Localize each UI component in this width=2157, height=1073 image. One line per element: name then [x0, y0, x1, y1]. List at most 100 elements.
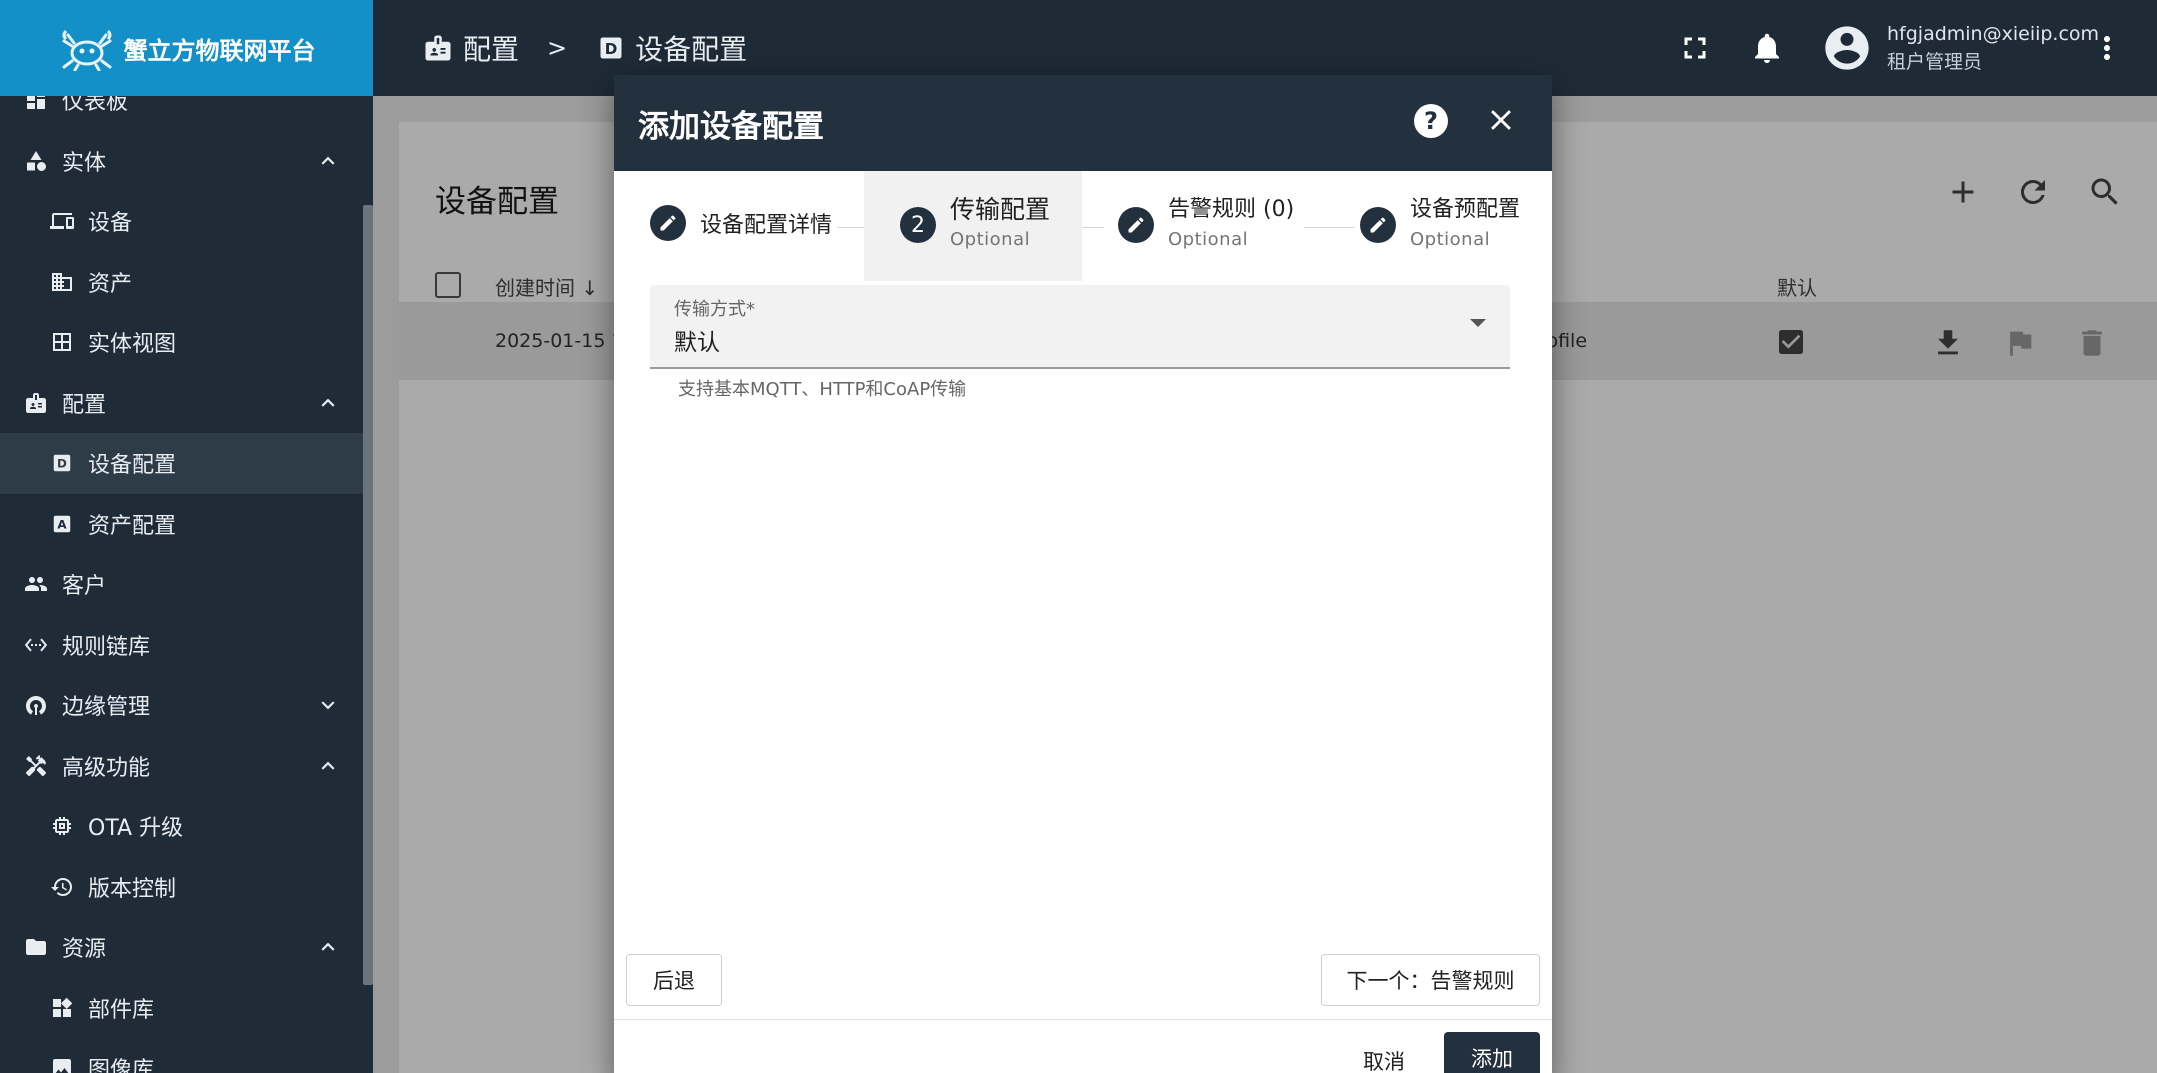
step-provisioning[interactable]: 设备预配置 Optional: [1360, 171, 1540, 281]
sidebar-item-label: 设备配置: [88, 453, 177, 479]
sidebar-item-label: 资源: [62, 937, 107, 963]
step-label: 传输配置: [950, 195, 1051, 224]
brand-name: 蟹立方物联网平台: [123, 36, 316, 65]
sidebar-item-label: 图像库: [88, 1058, 155, 1073]
add-button[interactable]: 添加: [1444, 1032, 1540, 1073]
help-icon[interactable]: ?: [1414, 104, 1448, 138]
asset-profile-icon: A: [48, 510, 76, 538]
transport-type-select[interactable]: 传输方式* 默认: [650, 285, 1510, 369]
step-optional: Optional: [950, 229, 1031, 250]
chevron-up-icon: [321, 761, 335, 770]
sidebar-item-customers[interactable]: 客户: [0, 554, 363, 615]
transport-type-label: 传输方式*: [674, 299, 755, 320]
sidebar-item-entity[interactable]: 实体: [0, 131, 363, 192]
devices-icon: [48, 207, 76, 235]
sidebar-item-edge[interactable]: 边缘管理: [0, 675, 363, 736]
fullscreen-icon[interactable]: [1677, 30, 1713, 66]
sidebar-item-asset-profiles[interactable]: A 资产配置: [0, 494, 363, 555]
user-email: hfgjadmin@xieiip.com: [1887, 23, 2100, 45]
dialog-title: 添加设备配置: [638, 108, 824, 145]
dropdown-arrow-icon: [1470, 319, 1486, 327]
entity-icon: [22, 147, 50, 175]
sidebar-scrollbar[interactable]: [363, 205, 373, 985]
sidebar-item-label: 实体: [62, 150, 107, 176]
step-number: 2: [900, 207, 936, 243]
stepper: 设备配置详情 2 传输配置 Optional 告警规则 (0) Optional…: [614, 171, 1552, 281]
sidebar-item-profiles[interactable]: 配置: [0, 373, 363, 434]
rule-chain-icon: [22, 631, 50, 659]
sidebar-item-device-profiles[interactable]: D 设备配置: [0, 433, 363, 494]
breadcrumb-device-profiles: 设备配置: [635, 33, 748, 66]
sidebar-item-widgets[interactable]: 部件库: [0, 978, 363, 1039]
sidebar-item-label: 设备: [88, 211, 133, 237]
sidebar-item-advanced[interactable]: 高级功能: [0, 736, 363, 797]
sidebar-item-resources[interactable]: 资源: [0, 917, 363, 978]
transport-type-value: 默认: [674, 330, 720, 356]
crab-logo-icon: [62, 29, 111, 71]
device-profile-icon: D: [48, 449, 76, 477]
sidebar-item-label: 部件库: [88, 997, 155, 1023]
brand-logo[interactable]: 蟹立方物联网平台: [0, 0, 373, 96]
sidebar-item-label: 资产: [88, 271, 133, 297]
next-alarm-rules-button[interactable]: 下一个：告警规则: [1321, 954, 1540, 1006]
sidebar: 仪表板 实体 设备 资产 实体视图 配置 D 设备配置 A 资产配置 客户 规则…: [0, 0, 373, 1073]
back-button[interactable]: 后退: [626, 954, 722, 1006]
sidebar-item-label: 规则链库: [62, 634, 151, 660]
more-vert-icon[interactable]: [2089, 30, 2125, 66]
step-optional: Optional: [1168, 229, 1249, 250]
asset-icon: [48, 268, 76, 296]
avatar: [1825, 26, 1869, 70]
svg-text:A: A: [57, 517, 67, 531]
notifications-icon[interactable]: [1749, 30, 1785, 66]
sidebar-item-entity-views[interactable]: 实体视图: [0, 312, 363, 373]
entity-view-icon: [48, 328, 76, 356]
history-icon: [48, 873, 76, 901]
chip-icon: [48, 812, 76, 840]
edit-icon: [1118, 207, 1154, 243]
chevron-up-icon: [321, 156, 335, 165]
sidebar-item-images[interactable]: 图像库: [0, 1038, 363, 1073]
customers-icon: [22, 570, 50, 598]
chevron-down-icon: [321, 701, 335, 710]
sidebar-item-label: 边缘管理: [62, 695, 151, 721]
step-label: 设备预配置: [1410, 197, 1521, 222]
cancel-button[interactable]: 取消: [1334, 1035, 1434, 1073]
transport-hint: 支持基本MQTT、HTTP和CoAP传输: [678, 379, 967, 400]
sidebar-item-label: 资产配置: [88, 513, 177, 539]
folder-icon: [22, 933, 50, 961]
step-connector: [1304, 227, 1354, 228]
svg-text:D: D: [605, 40, 618, 58]
sidebar-item-label: 版本控制: [88, 876, 177, 902]
sidebar-item-label: 配置: [62, 392, 107, 418]
svg-text:D: D: [57, 457, 67, 471]
step-profile-details[interactable]: 设备配置详情: [650, 171, 840, 281]
device-profile-icon: D: [597, 34, 625, 62]
breadcrumb-separator: >: [547, 34, 568, 62]
breadcrumb-profiles[interactable]: 配置: [463, 28, 519, 68]
profiles-icon: [22, 389, 50, 417]
dialog-header: 添加设备配置 ?: [614, 75, 1552, 171]
chevron-up-icon: [321, 398, 335, 407]
sidebar-item-devices[interactable]: 设备: [0, 191, 363, 252]
add-device-profile-dialog: 添加设备配置 ? 设备配置详情 2 传输配置 Optional 告警规则 (0)…: [614, 75, 1552, 1073]
sidebar-item-ota[interactable]: OTA 升级: [0, 796, 363, 857]
widgets-icon: [48, 994, 76, 1022]
close-icon[interactable]: [1484, 103, 1518, 137]
sidebar-item-rule-chains[interactable]: 规则链库: [0, 615, 363, 676]
step-transport[interactable]: 2 传输配置 Optional: [864, 171, 1082, 281]
user-menu[interactable]: hfgjadmin@xieiip.com 租户管理员: [1821, 20, 2099, 76]
sidebar-item-label: 实体视图: [88, 332, 177, 358]
step-alarm-rules[interactable]: 告警规则 (0) Optional: [1118, 171, 1308, 281]
step-label: 告警规则 (0): [1168, 197, 1295, 222]
sidebar-item-version-control[interactable]: 版本控制: [0, 857, 363, 918]
step-label: 设备配置详情: [700, 213, 833, 238]
edit-icon: [1360, 207, 1396, 243]
tools-icon: [22, 752, 50, 780]
profiles-icon: [423, 33, 453, 63]
sidebar-item-assets[interactable]: 资产: [0, 252, 363, 313]
edit-icon: [650, 205, 686, 241]
sidebar-nav: 仪表板 实体 设备 资产 实体视图 配置 D 设备配置 A 资产配置 客户 规则…: [0, 70, 363, 1073]
chevron-up-icon: [321, 942, 335, 951]
sidebar-item-label: 客户: [62, 574, 107, 600]
dialog-divider: [614, 1019, 1552, 1020]
